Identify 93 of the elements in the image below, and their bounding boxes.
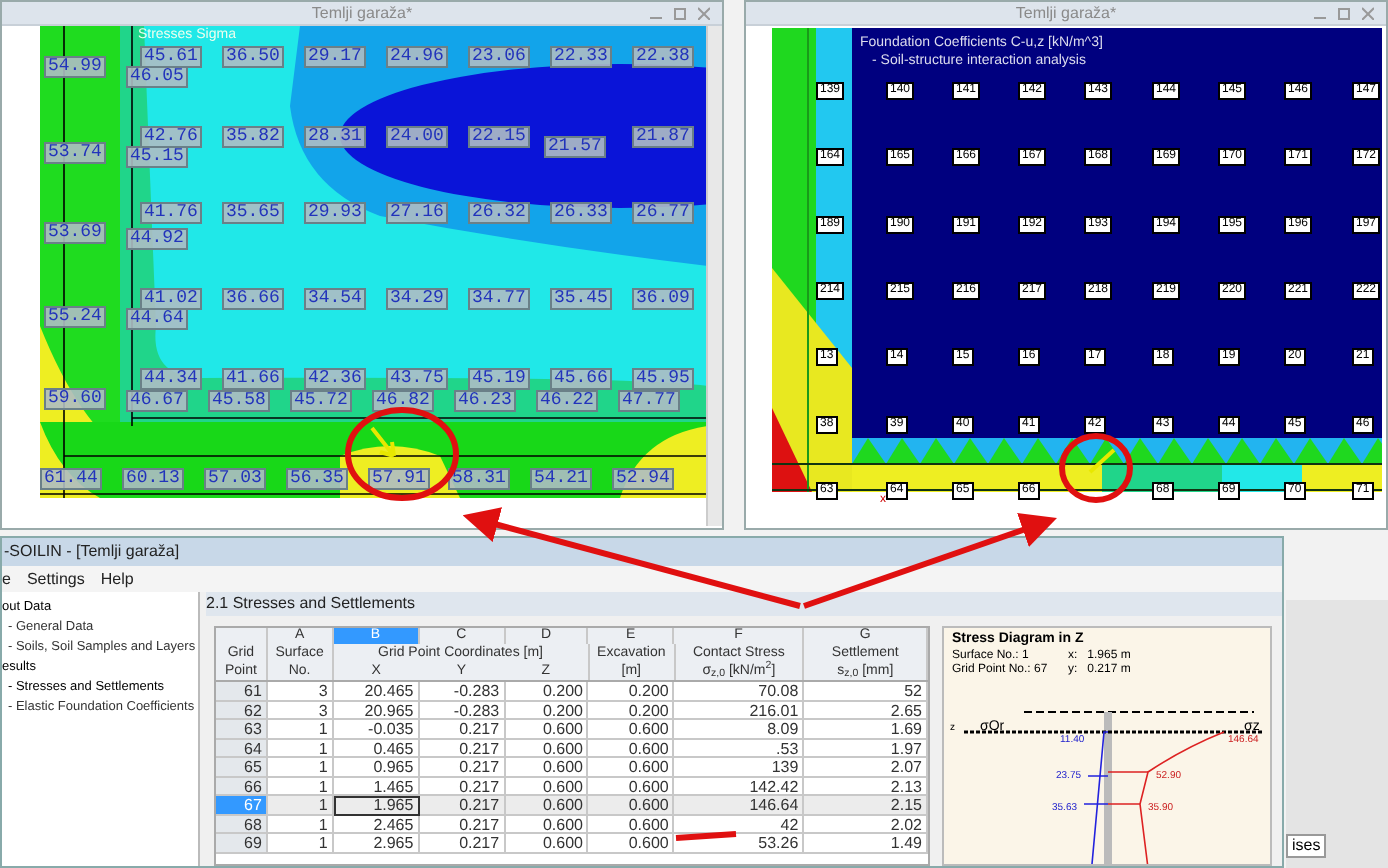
scrollbar[interactable] [706, 26, 723, 526]
stress-value-label: 45.66 [549, 368, 612, 390]
stress-value-label: 54.99 [43, 56, 106, 78]
table-row[interactable]: 63 1 -0.035 0.217 0.600 0.600 8.09 1.69 [216, 720, 928, 739]
stress-value-label: 24.00 [385, 126, 448, 148]
stress-value-label: 61.44 [39, 468, 102, 490]
stress-value-label: 41.66 [221, 368, 284, 390]
stress-value-label: 35.82 [221, 126, 284, 148]
stress-value-label: 59.60 [43, 388, 106, 410]
stress-value-label: 46.05 [125, 66, 188, 88]
stress-value-label: 44.64 [125, 308, 188, 330]
stress-value-label: 28.31 [303, 126, 366, 148]
window-title: Temlji garaža* [311, 5, 413, 21]
table-cell: 69 [216, 834, 268, 853]
table-row[interactable]: 69 1 2.965 0.217 0.600 0.600 53.26 1.49 [216, 834, 928, 853]
stress-value-label: 36.66 [221, 288, 284, 310]
stress-value-label: 44.92 [125, 228, 188, 250]
close-icon[interactable] [1362, 6, 1374, 20]
stress-value-label: 45.58 [207, 390, 270, 412]
maximize-icon[interactable] [1338, 6, 1350, 20]
stress-value-label: 44.34 [139, 368, 202, 390]
table-row[interactable]: 61 3 20.465 -0.283 0.200 0.200 70.08 52 [216, 682, 928, 701]
table-cell: 67 [216, 796, 268, 815]
table-cell: 0.217 [419, 834, 506, 853]
table-cell: 61 [216, 682, 268, 701]
stress-value-label: 53.69 [43, 222, 106, 244]
table-row[interactable]: 65 1 0.965 0.217 0.600 0.600 139 2.07 [216, 758, 928, 777]
stress-value-label: 22.38 [631, 46, 694, 68]
stress-value-label: 34.29 [385, 288, 448, 310]
stress-value-label: 47.77 [617, 390, 680, 412]
window-title: Temlji garaža* [1015, 5, 1117, 21]
stroke-mark [675, 831, 737, 841]
table-cell: 1.49 [804, 834, 928, 853]
table-row[interactable]: 67 1 1.965 0.217 0.600 0.600 146.64 2.15 [216, 796, 928, 815]
table-cell: 53.26 [674, 834, 805, 853]
stress-value-label: 24.96 [385, 46, 448, 68]
stress-value-label: 57.03 [203, 468, 266, 490]
stress-value-label: 45.61 [139, 46, 202, 68]
menu-item[interactable]: Help [100, 571, 134, 587]
stress-value-label: 52.94 [611, 468, 674, 490]
stress-value-label: 53.74 [43, 142, 106, 164]
stress-value-label: 35.45 [549, 288, 612, 310]
stress-value-label: 41.02 [139, 288, 202, 310]
close-icon[interactable] [698, 6, 710, 20]
table-cell: 65 [216, 758, 268, 777]
table-cell: 0.600 [505, 834, 589, 853]
table-cell: 1.965 [333, 796, 420, 815]
stress-value-label: 54.21 [529, 468, 592, 490]
stress-value-label: 21.87 [631, 126, 694, 148]
stress-value-label: 43.75 [385, 368, 448, 390]
stress-value-label: 23.06 [467, 46, 530, 68]
stress-value-label: 45.19 [467, 368, 530, 390]
stress-value-label: 45.72 [289, 390, 352, 412]
stress-value-label: 36.50 [221, 46, 284, 68]
circle-mark [1059, 433, 1133, 503]
menu-item[interactable]: Settings [26, 571, 85, 587]
stress-value-label: 29.17 [303, 46, 366, 68]
stress-value-label: 45.15 [125, 146, 188, 168]
menu-item[interactable]: e [2, 571, 11, 587]
stress-value-label: 29.93 [303, 202, 366, 224]
stress-value-label: 34.54 [303, 288, 366, 310]
table-cell: 63 [216, 720, 268, 739]
stress-value-label: 46.22 [535, 390, 598, 412]
stress-value-label: 45.95 [631, 368, 694, 390]
stress-value-label: 34.77 [467, 288, 530, 310]
stress-value-label: 42.76 [139, 126, 202, 148]
tab[interactable]: ises [1286, 834, 1327, 858]
stress-value-label: 41.76 [139, 202, 202, 224]
stress-value-label: 22.33 [549, 46, 612, 68]
arrow-mark [370, 426, 396, 458]
stress-value-label: 57.91 [367, 468, 430, 490]
table-cell: 0.600 [588, 834, 675, 853]
stress-value-label: 42.36 [303, 368, 366, 390]
stress-value-label: 26.33 [549, 202, 612, 224]
stress-value-label: 46.67 [125, 390, 188, 412]
stress-value-label: 55.24 [43, 306, 106, 328]
stress-value-label: 21.57 [543, 136, 606, 158]
stress-value-label: 56.35 [285, 468, 348, 490]
stress-value-label: 58.31 [447, 468, 510, 490]
stress-value-label: 26.32 [467, 202, 530, 224]
stress-value-label: 27.16 [385, 202, 448, 224]
stress-value-label: 46.23 [453, 390, 516, 412]
table-cell: 1 [267, 834, 334, 853]
panel-title: 2.1 Stresses and Settlements [206, 596, 415, 612]
stress-value-label: 36.09 [631, 288, 694, 310]
stress-value-label: 60.13 [121, 468, 184, 490]
stress-value-label: 26.77 [631, 202, 694, 224]
maximize-icon[interactable] [674, 6, 686, 20]
table-cell: 1.465 [333, 777, 420, 796]
table-cell: 2.965 [333, 834, 420, 853]
stress-value-label: 35.65 [221, 202, 284, 224]
stress-value-label: 22.15 [467, 126, 530, 148]
window-title: -SOILIN - [Temlji garaža] [4, 544, 180, 560]
